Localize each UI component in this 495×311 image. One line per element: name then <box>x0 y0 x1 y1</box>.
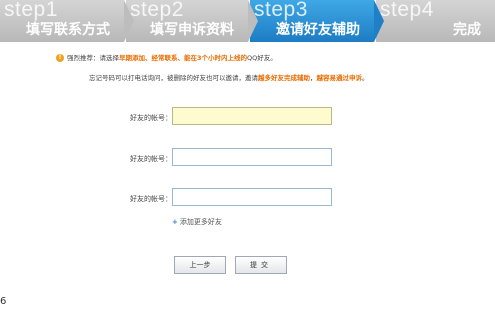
step-arrow-icon <box>124 0 134 42</box>
friend-account-input-1[interactable] <box>172 107 332 125</box>
hint-suffix: 。 <box>362 74 369 82</box>
plus-icon: + <box>172 218 178 226</box>
step-1: step1 填写联系方式 <box>0 0 134 42</box>
step-4-label: 完成 <box>453 22 481 38</box>
add-more-friends-link[interactable]: + 添加更多好友 <box>172 217 222 227</box>
notice-suffix: QQ好友。 <box>247 54 277 62</box>
step-3-active: step3 邀请好友辅助 <box>250 0 384 42</box>
friend-account-input-2[interactable] <box>172 148 332 166</box>
hint-highlight-1: 越多好友完成辅助 <box>258 74 310 82</box>
recommendation-notice: ! 强烈推荐：请选择早期添加、经常联系、能在3个小时内上线的QQ好友。 <box>56 53 476 64</box>
friend-account-label: 好友的帐号： <box>130 155 172 163</box>
step-4-number: step4 <box>380 0 434 21</box>
step-arrow-icon <box>248 0 258 42</box>
notice-highlight: 早期添加、经常联系、能在3个小时内上线的 <box>119 54 248 62</box>
step-1-label: 填写联系方式 <box>26 22 110 38</box>
step-2-label: 填写申诉资料 <box>150 22 234 38</box>
hint-highlight-2: 越容易通过申诉 <box>316 74 363 82</box>
step-arrow-icon <box>374 0 384 42</box>
hint-prefix: 忘记号码可以打电话询问，被删除的好友也可以邀请，邀请 <box>89 74 258 82</box>
friend-account-input-3[interactable] <box>172 188 332 206</box>
previous-step-button[interactable]: 上一步 <box>174 256 226 274</box>
step-progress-bar: step1 填写联系方式 step2 填写申诉资料 step3 邀请好友辅助 s… <box>0 0 495 42</box>
hint-text: 忘记号码可以打电话询问，被删除的好友也可以邀请，邀请越多好友完成辅助，越容易通过… <box>89 72 479 82</box>
friend-account-label: 好友的帐号： <box>130 195 172 203</box>
warning-icon: ! <box>56 54 64 62</box>
friend-account-label: 好友的帐号： <box>130 114 172 122</box>
step-4: step4 完成 <box>376 0 495 42</box>
step-2: step2 填写申诉资料 <box>126 0 258 42</box>
step-3-label: 邀请好友辅助 <box>276 22 360 38</box>
page-number: 6 <box>0 296 7 307</box>
add-more-label: 添加更多好友 <box>179 218 222 226</box>
submit-button[interactable]: 提交 <box>235 256 287 274</box>
notice-prefix: 强烈推荐：请选择 <box>67 54 119 62</box>
